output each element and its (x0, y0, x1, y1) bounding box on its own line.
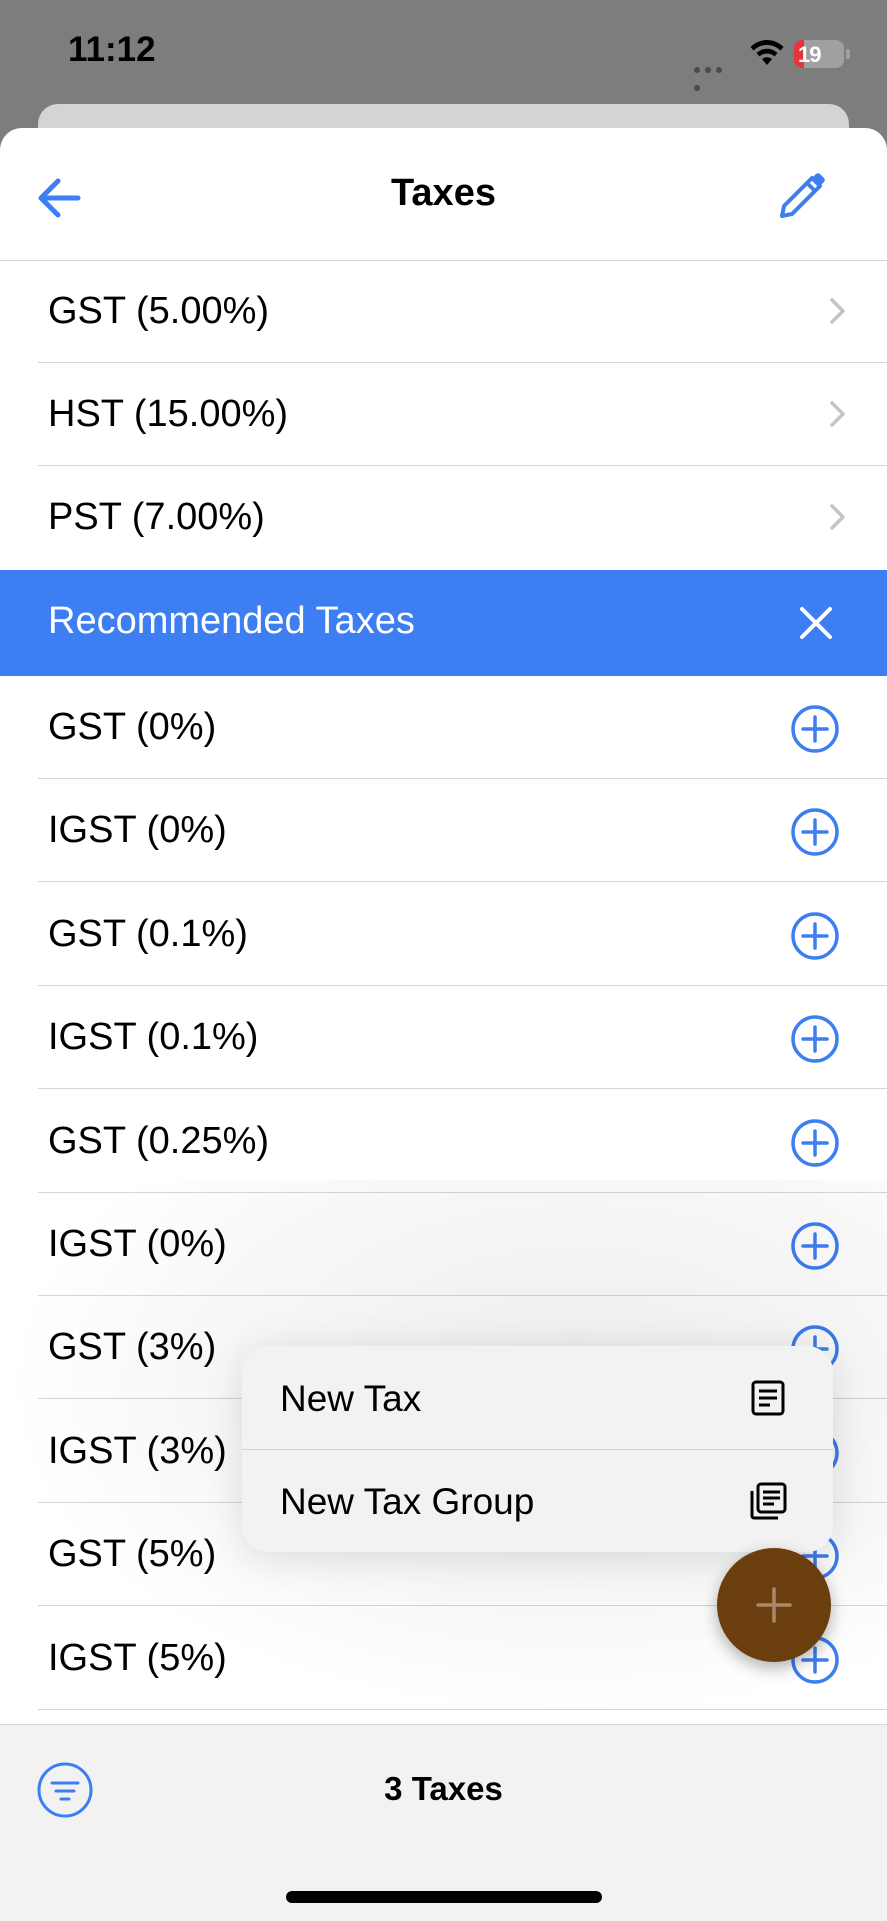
cellular-signal-icon (694, 60, 736, 91)
close-icon[interactable] (796, 603, 836, 643)
add-circle-icon[interactable] (790, 911, 840, 961)
documents-stack-icon (750, 1482, 787, 1520)
new-tax-menu-item[interactable]: New Tax (242, 1346, 833, 1449)
tax-label: HST (15.00%) (48, 393, 289, 435)
wifi-icon (750, 40, 784, 65)
plus-icon (756, 1587, 792, 1623)
tax-row-hst[interactable]: HST (15.00%) (0, 363, 887, 466)
add-circle-icon[interactable] (790, 1014, 840, 1064)
status-bar: 11:12 19 (0, 0, 887, 110)
navigation-bar: Taxes (0, 128, 887, 261)
recommended-tax-label: GST (0.25%) (48, 1119, 270, 1162)
battery-icon: 19 (794, 40, 850, 68)
menu-item-label: New Tax (280, 1378, 422, 1419)
recommended-tax-row[interactable]: IGST (0.1%) (0, 986, 887, 1090)
recommended-tax-row[interactable]: GST (0%) (0, 676, 887, 779)
document-icon (751, 1380, 785, 1416)
tax-label: PST (7.00%) (48, 496, 265, 538)
chevron-right-icon (830, 504, 845, 530)
page-title: Taxes (391, 172, 496, 214)
new-tax-group-menu-item[interactable]: New Tax Group (242, 1449, 833, 1552)
tax-count: 3 Taxes (384, 1770, 503, 1807)
recommended-tax-row[interactable]: IGST (0%) (0, 779, 887, 883)
status-time: 11:12 (68, 30, 156, 69)
recommended-tax-label: GST (0%) (48, 706, 217, 748)
tax-label: GST (5.00%) (48, 290, 270, 332)
add-circle-icon[interactable] (790, 704, 840, 754)
add-circle-icon[interactable] (790, 1118, 840, 1168)
recommended-tax-label: IGST (0%) (48, 809, 227, 852)
add-menu-popup: New Tax New Tax Group (242, 1346, 833, 1552)
recommended-tax-label: IGST (0.1%) (48, 1016, 259, 1059)
edit-button[interactable] (772, 166, 832, 226)
add-circle-icon[interactable] (790, 807, 840, 857)
add-fab-button[interactable] (717, 1548, 831, 1662)
menu-item-label: New Tax Group (280, 1481, 535, 1522)
tax-row-pst[interactable]: PST (7.00%) (0, 466, 887, 569)
bottom-toolbar: 3 Taxes (0, 1724, 887, 1921)
chevron-right-icon (830, 298, 845, 324)
pencil-icon (780, 173, 825, 218)
recommended-taxes-title: Recommended Taxes (48, 600, 415, 642)
tax-row-gst[interactable]: GST (5.00%) (0, 260, 887, 363)
recommended-taxes-header: Recommended Taxes (0, 570, 887, 676)
home-indicator[interactable] (286, 1891, 602, 1903)
recommended-tax-row[interactable]: GST (0.25%) (0, 1090, 887, 1193)
battery-level: 19 (798, 42, 822, 67)
chevron-right-icon (830, 401, 845, 427)
recommended-tax-label: GST (0.1%) (48, 912, 248, 955)
recommended-tax-row[interactable]: GST (0.1%) (0, 883, 887, 986)
